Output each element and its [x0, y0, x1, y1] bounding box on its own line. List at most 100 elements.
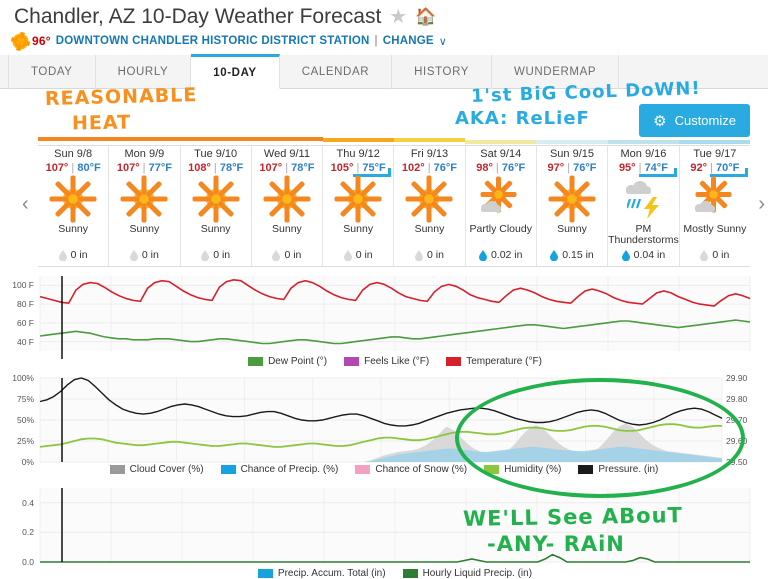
gear-icon: ⚙ [653, 112, 667, 130]
forecast-high: 108° [188, 162, 211, 174]
change-station-link[interactable]: CHANGE [383, 35, 434, 47]
customize-button-label: Customize [674, 113, 736, 128]
humidity-pressure-chart[interactable]: 100% 75% 50% 25% 0% 29.90 29.80 29.70 29.60 29.50… [0, 373, 768, 481]
water-drop-icon [700, 249, 709, 261]
legend-item[interactable]: Feels Like (°F) [344, 356, 429, 367]
chart-legend: Precip. Accum. Total (in) Hourly Liquid P… [40, 568, 750, 579]
sun-icon [548, 175, 596, 223]
legend-item[interactable]: Hourly Liquid Precip. (in) [402, 568, 532, 579]
prev-arrow-icon[interactable]: ‹ [22, 193, 29, 216]
legend-item[interactable]: Humidity (%) [484, 464, 561, 475]
gradient-segment [536, 140, 608, 144]
forecast-day-card[interactable]: Fri 9/13 102° | 76°F Sunny 0 in [394, 146, 466, 266]
legend-swatch [355, 465, 371, 474]
legend-item[interactable]: Chance of Snow (%) [355, 464, 467, 475]
forecast-day-card[interactable]: Wed 9/11 107° | 78°F Sunny 0 in [252, 146, 324, 266]
temp-separator: | [210, 162, 220, 174]
tab-hourly[interactable]: HOURLY [96, 55, 192, 89]
forecast-day-card[interactable]: Mon 9/16 95° | 74°F PM Thunderstorms 0.04 i… [608, 146, 680, 266]
legend-item[interactable]: Chance of Precip. (%) [220, 464, 339, 475]
y2-axis-tick: 29.60 [726, 436, 748, 446]
legend-label: Temperature (°F) [466, 356, 542, 367]
legend-swatch [446, 357, 462, 366]
forecast-precip: 0 in [129, 249, 159, 261]
forecast-precip-value: 0 in [70, 249, 88, 261]
forecast-low: 76°F [501, 162, 526, 174]
forecast-day-card[interactable]: Tue 9/10 108° | 78°F Sunny 0 in [181, 146, 252, 266]
customize-button[interactable]: ⚙ Customize [639, 104, 750, 137]
tab-history[interactable]: HISTORY [392, 55, 493, 89]
forecast-day-card[interactable]: Tue 9/17 92° | 70°F Mostly Sunny 0 in [680, 146, 750, 266]
next-arrow-icon[interactable]: › [758, 193, 765, 216]
legend-item[interactable]: Dew Point (°) [248, 356, 327, 367]
legend-item[interactable]: Pressure. (in) [578, 464, 658, 475]
forecast-low: 77°F [148, 162, 172, 174]
y-axis-tick: 100% [12, 373, 34, 383]
forecast-day-card[interactable]: Sun 9/15 97° | 76°F Sunny 0.15 in [537, 146, 609, 266]
legend-item[interactable]: Cloud Cover (%) [109, 464, 204, 475]
forecast-day-name: Sun 9/15 [549, 148, 595, 160]
legend-swatch [257, 569, 273, 578]
forecast-day-name: Mon 9/9 [124, 148, 165, 160]
temperature-gradient-bar [38, 137, 750, 145]
legend-item[interactable]: Precip. Accum. Total (in) [257, 568, 386, 579]
forecast-condition: Partly Cloudy [469, 223, 532, 235]
water-drop-icon [621, 249, 630, 261]
page-header: Chandler, AZ 10-Day Weather Forecast ★ 🏠… [0, 0, 768, 51]
legend-item[interactable]: Temperature (°F) [446, 356, 542, 367]
y2-axis-tick: 29.90 [726, 373, 748, 383]
tab-wundermap[interactable]: WUNDERMAP [492, 55, 620, 89]
chevron-down-icon[interactable]: ∨ [439, 35, 447, 48]
precipitation-plot [39, 488, 751, 563]
forecast-day-card[interactable]: Thu 9/12 105° | 75°F Sunny 0 in [323, 146, 395, 266]
forecast-day-card[interactable]: Sat 9/14 98° | 76°F Partly Cloudy 0.02 in [466, 146, 537, 266]
forecast-precip: 0 in [700, 249, 729, 261]
forecast-precip-value: 0 in [284, 249, 302, 261]
forecast-strip: Sun 9/8 107° | 80°F Sunny 0 in Mon 9/9 107° |… [0, 137, 768, 267]
water-drop-icon [550, 249, 559, 261]
legend-swatch [248, 357, 264, 366]
thunderstorm-icon [621, 177, 665, 221]
forecast-day-card[interactable]: Sun 9/8 107° | 80°F Sunny 0 in [38, 146, 110, 266]
forecast-condition: Sunny [58, 223, 89, 235]
forecast-day-temps: 108° | 78°F [188, 162, 243, 174]
temperature-chart[interactable]: 100 F 80 F 60 F 40 F Dew Point (°) Feels Like… [0, 272, 768, 382]
forecast-precip: 0.15 in [550, 249, 594, 261]
forecast-high: 98° [476, 162, 493, 174]
precipitation-chart[interactable]: 0.4 0.2 0.0 Precip. Accum. Total (in) Hourly… [0, 484, 768, 579]
separator: | [374, 35, 378, 47]
forecast-precip: 0.04 in [621, 249, 665, 261]
forecast-low: 75°F [362, 162, 386, 174]
star-icon[interactable]: ★ [389, 4, 407, 30]
gradient-segment [180, 137, 252, 141]
forecast-day-temps: 105° | 75°F [331, 162, 386, 174]
forecast-day-card[interactable]: Mon 9/9 107° | 77°F Sunny 0 in [109, 146, 181, 266]
forecast-day-temps: 107° | 78°F [259, 162, 314, 174]
forecast-low: 78°F [219, 162, 244, 174]
y-axis-tick: 0.4 [22, 497, 34, 508]
forecast-day-temps: 95° | 74°F [619, 162, 668, 174]
legend-label: Dew Point (°) [268, 356, 328, 367]
water-drop-icon [201, 249, 210, 261]
legend-label: Feels Like (°F) [364, 356, 430, 367]
forecast-precip-value: 0.15 in [562, 249, 594, 261]
gradient-segment [38, 137, 110, 141]
forecast-precip-value: 0 in [141, 249, 159, 261]
forecast-condition: Sunny [557, 223, 587, 235]
tab-today[interactable]: TODAY [8, 55, 96, 89]
sun-cloud-icon [479, 176, 523, 221]
forecast-precip: 0 in [272, 249, 301, 261]
sun-icon [49, 175, 97, 223]
legend-label: Chance of Precip. (%) [240, 464, 339, 475]
forecast-precip-value: 0 in [355, 249, 373, 261]
forecast-day-name: Wed 9/11 [263, 148, 310, 160]
temperature-plot [39, 276, 751, 359]
forecast-days: Sun 9/8 107° | 80°F Sunny 0 in Mon 9/9 107° |… [38, 145, 750, 267]
forecast-low: 80°F [77, 162, 101, 174]
water-drop-icon [58, 249, 67, 261]
tab-calendar[interactable]: CALENDAR [280, 55, 393, 89]
water-drop-icon [343, 249, 352, 261]
tab-10-day[interactable]: 10-DAY [191, 54, 280, 89]
home-icon[interactable]: 🏠 [415, 4, 436, 30]
forecast-day-name: Sat 9/14 [480, 148, 522, 160]
